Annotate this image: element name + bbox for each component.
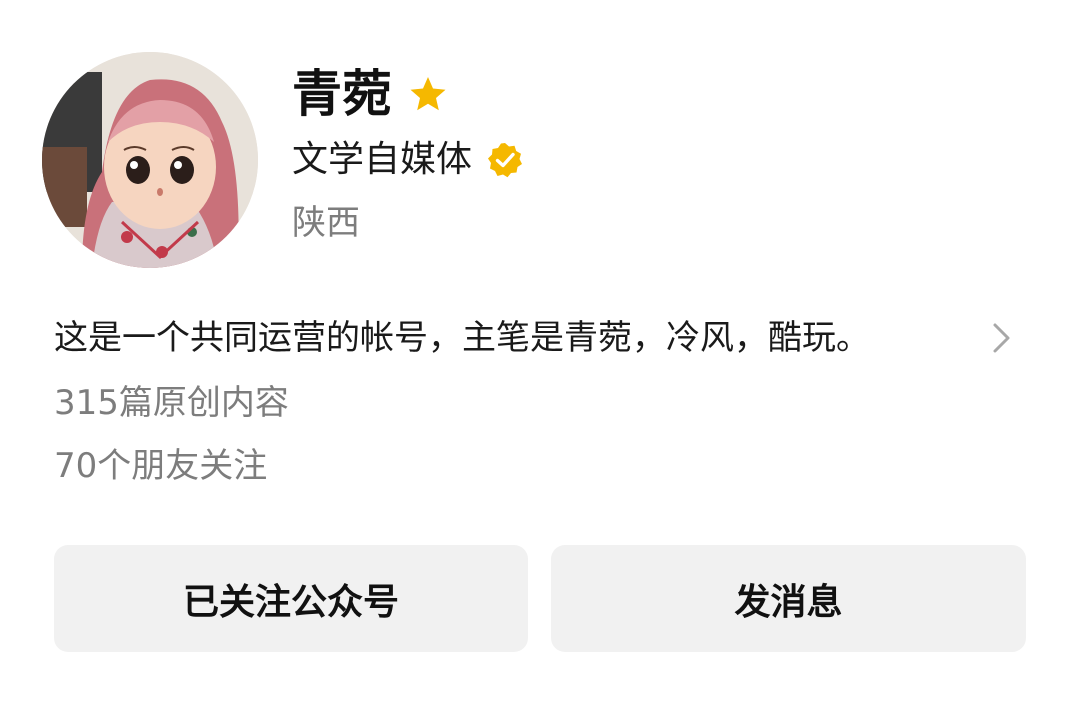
description-row[interactable]: 这是一个共同运营的帐号，主笔是青菀，冷风，酷玩。 <box>54 314 1014 362</box>
avatar[interactable] <box>42 52 258 268</box>
certification-row: 文学自媒体 <box>292 136 524 184</box>
doll-avatar-image <box>42 52 258 268</box>
verified-badge-icon[interactable] <box>486 141 524 179</box>
star-icon[interactable] <box>408 74 448 114</box>
certification-label: 文学自媒体 <box>292 139 473 180</box>
friends-following-count[interactable]: 70个朋友关注 <box>54 443 267 489</box>
location-label: 陕西 <box>292 203 360 243</box>
profile-description: 这是一个共同运营的帐号，主笔是青菀，冷风，酷玩。 <box>54 318 870 358</box>
profile-name-row: 青菀 <box>292 62 448 126</box>
profile-name: 青菀 <box>292 65 392 123</box>
original-content-count[interactable]: 315篇原创内容 <box>54 380 289 426</box>
chevron-right-icon <box>990 320 1014 356</box>
send-message-button[interactable]: 发消息 <box>551 545 1026 652</box>
followed-account-button[interactable]: 已关注公众号 <box>54 545 528 652</box>
